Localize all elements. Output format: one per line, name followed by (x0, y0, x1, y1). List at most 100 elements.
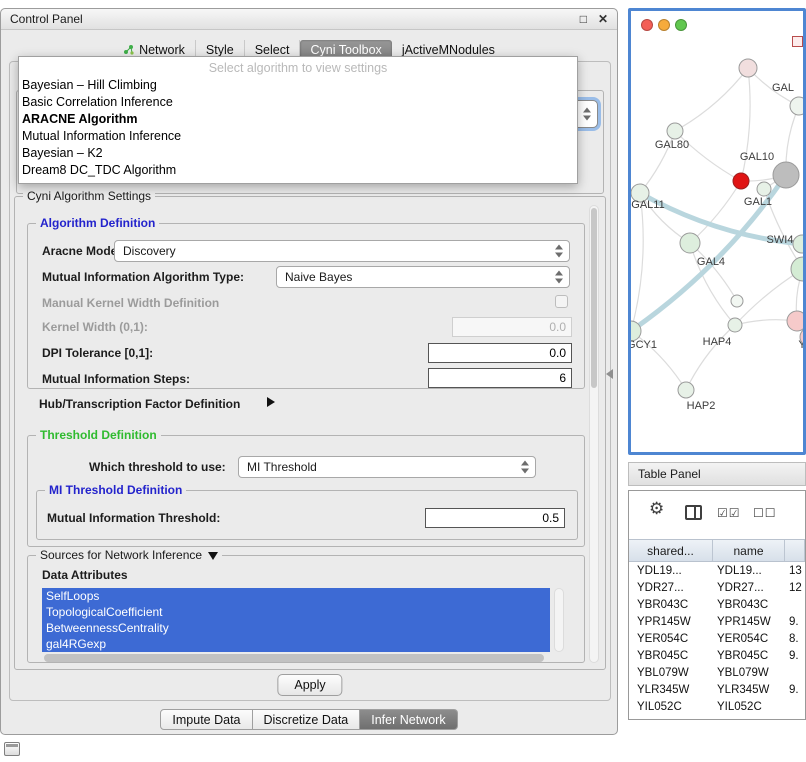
algorithm-definition-group: Algorithm Definition Aracne Mode: Discov… (27, 223, 585, 389)
bottom-tab-discretize-data[interactable]: Discretize Data (253, 709, 361, 730)
network-node[interactable] (791, 257, 803, 281)
network-node-gal1[interactable] (757, 182, 771, 196)
window-minimize-button[interactable] (658, 19, 670, 31)
sources-title[interactable]: Sources for Network Inference (36, 548, 222, 562)
network-view-window: GALGAL80GAL10GAL1GAL11SWI4GAL4GCY1HAP4YH… (628, 8, 806, 455)
network-edge[interactable] (741, 68, 750, 181)
mi-threshold-label: Mutual Information Threshold: (47, 511, 220, 525)
mi-threshold-field[interactable] (425, 508, 565, 528)
table-row[interactable]: YBR045CYBR045C9. (629, 648, 805, 665)
select-all-icon[interactable]: ☑☑ (717, 506, 741, 520)
table-row[interactable]: YER054CYER054C8. (629, 631, 805, 648)
node-label-hap4: HAP4 (703, 336, 732, 348)
collapse-arrow-icon[interactable] (208, 552, 218, 560)
network-node[interactable] (739, 59, 757, 77)
window-zoom-button[interactable] (675, 19, 687, 31)
threshold-definition-title: Threshold Definition (36, 428, 161, 442)
float-panel-icon[interactable]: □ (580, 12, 587, 26)
dpi-tolerance-field[interactable] (428, 343, 572, 363)
bottom-tab-impute-data[interactable]: Impute Data (160, 709, 252, 730)
aracne-mode-select[interactable]: Discovery (114, 240, 570, 262)
algorithm-option-bayesian-hill-climbing[interactable]: Bayesian – Hill Climbing (19, 77, 577, 94)
algorithm-option-dream8-dc-tdc-algorithm[interactable]: Dream8 DC_TDC Algorithm (19, 162, 577, 179)
apply-button[interactable]: Apply (277, 674, 342, 696)
dpi-tolerance-label: DPI Tolerance [0,1]: (42, 346, 153, 360)
algorithm-option-basic-correlation-inference[interactable]: Basic Correlation Inference (19, 94, 577, 111)
table-row[interactable]: YLR345WYLR345W9. (629, 682, 805, 699)
table-cell: YDL19... (713, 563, 785, 580)
mi-algorithm-type-select[interactable]: Naive Bayes (276, 266, 570, 288)
table-cell: YIL052C (713, 699, 785, 716)
table-row[interactable]: YDR27...YDR27...12 (629, 580, 805, 597)
network-node-gal80[interactable] (667, 123, 683, 139)
algorithm-option-mutual-information-inference[interactable]: Mutual Information Inference (19, 128, 577, 145)
table-cell: YDR27... (713, 580, 785, 597)
algorithm-option-aracne-algorithm[interactable]: ARACNE Algorithm (19, 111, 577, 128)
restore-panel-icon[interactable] (4, 742, 20, 756)
table-cell: 12 (785, 580, 805, 597)
node-label-gcy1: GCY1 (631, 339, 657, 351)
table-cell (785, 699, 805, 716)
network-node[interactable] (787, 311, 803, 331)
panel-splitter-handle[interactable] (606, 369, 613, 379)
attribute-item-betweennesscentrality[interactable]: BetweennessCentrality (42, 620, 550, 636)
gear-icon[interactable]: ⚙ (649, 499, 664, 519)
table-cell: YBR043C (713, 597, 785, 614)
column-header-2[interactable] (785, 540, 805, 561)
table-panel-title: Table Panel (638, 467, 701, 481)
network-node[interactable] (731, 295, 743, 307)
manual-kernel-checkbox[interactable] (555, 295, 568, 308)
which-threshold-select[interactable]: MI Threshold (238, 456, 536, 478)
table-cell: YER054C (629, 631, 713, 648)
node-label-hap2: HAP2 (687, 400, 716, 412)
hub-section-label[interactable]: Hub/Transcription Factor Definition (39, 397, 240, 411)
network-node-gal4[interactable] (680, 233, 700, 253)
threshold-definition-group: Threshold Definition Which threshold to … (27, 435, 585, 547)
node-label-y: Y (798, 339, 803, 351)
table-row[interactable]: YBL079WYBL079W (629, 665, 805, 682)
network-edge[interactable] (675, 68, 748, 131)
table-row[interactable]: YIL052CYIL052C (629, 699, 805, 716)
mi-threshold-group-title: MI Threshold Definition (45, 483, 186, 497)
expand-arrow-icon[interactable] (267, 397, 275, 407)
column-header-shared-[interactable]: shared... (629, 540, 713, 561)
algorithm-option-bayesian-k2[interactable]: Bayesian – K2 (19, 145, 577, 162)
mi-type-label: Mutual Information Algorithm Type: (42, 270, 244, 284)
attribute-list-hscrollbar[interactable] (44, 654, 544, 662)
kernel-width-field[interactable] (452, 317, 572, 337)
settings-vscrollbar[interactable] (589, 205, 599, 663)
attribute-list-vscrollbar[interactable] (554, 588, 564, 652)
table-row[interactable]: YBR043CYBR043C (629, 597, 805, 614)
window-close-button[interactable] (641, 19, 653, 31)
network-node-hap2[interactable] (678, 382, 694, 398)
column-header-name[interactable]: name (713, 540, 785, 561)
deselect-all-icon[interactable]: ☐☐ (753, 506, 777, 520)
network-edge[interactable] (690, 243, 737, 301)
attribute-list[interactable]: SelfLoopsTopologicalCoefficientBetweenne… (42, 588, 550, 652)
network-edge[interactable] (631, 193, 643, 331)
algorithm-definition-title: Algorithm Definition (36, 216, 159, 230)
network-node-swi4[interactable] (793, 235, 803, 253)
table-cell: YER054C (713, 631, 785, 648)
network-edge[interactable] (686, 325, 735, 390)
network-node[interactable] (773, 162, 799, 188)
network-icon (123, 44, 134, 55)
algorithm-placeholder: Select algorithm to view settings (19, 59, 577, 77)
network-canvas[interactable]: GALGAL80GAL10GAL1GAL11SWI4GAL4GCY1HAP4YH… (631, 11, 803, 452)
settings-vscrollbar-thumb[interactable] (591, 208, 597, 388)
table-cell: YIL052C (629, 699, 713, 716)
mi-steps-field[interactable] (428, 368, 572, 388)
bottom-tab-infer-network[interactable]: Infer Network (360, 709, 457, 730)
attribute-item-selfloops[interactable]: SelfLoops (42, 588, 550, 604)
close-panel-icon[interactable]: ✕ (598, 12, 608, 26)
tab-label: Cyni Toolbox (310, 43, 381, 57)
sources-title-text: Sources for Network Inference (40, 548, 202, 562)
columns-icon[interactable] (685, 505, 702, 520)
attribute-item-gal4rgexp[interactable]: gal4RGexp (42, 636, 550, 652)
attribute-item-topologicalcoefficient[interactable]: TopologicalCoefficient (42, 604, 550, 620)
network-node-hap4[interactable] (728, 318, 742, 332)
table-row[interactable]: YPR145WYPR145W9. (629, 614, 805, 631)
table-row[interactable]: YDL19...YDL19...13 (629, 563, 805, 580)
network-node-gal10[interactable] (733, 173, 749, 189)
network-node-gal[interactable] (790, 97, 803, 115)
